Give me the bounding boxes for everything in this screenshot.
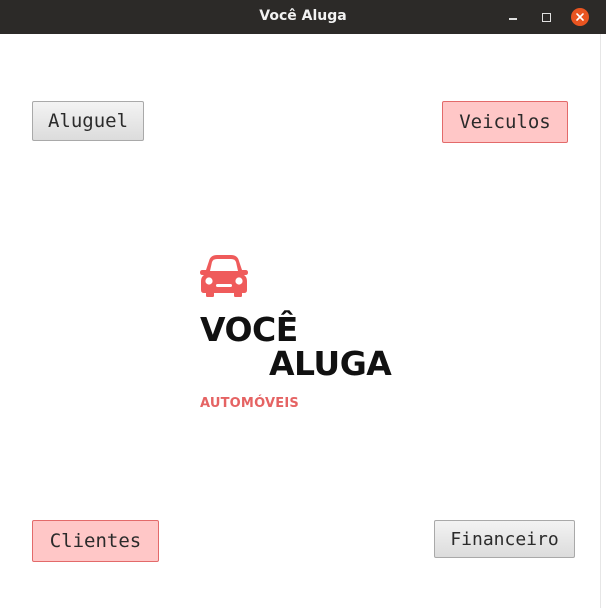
logo-subtitle: AUTOMÓVEIS <box>200 396 299 411</box>
logo-text-line2: ALUGA <box>269 344 392 383</box>
minimize-icon <box>509 18 517 20</box>
car-icon <box>200 255 248 297</box>
maximize-button[interactable] <box>536 7 556 27</box>
logo-text-line1: VOCÊ <box>200 310 298 349</box>
maximize-icon <box>541 12 551 22</box>
brand-logo: VOCÊ ALUGA AUTOMÓVEIS <box>198 250 398 420</box>
app-window: Você Aluga Aluguel Veiculos Clientes Fin… <box>0 0 606 608</box>
minimize-button[interactable] <box>503 7 523 27</box>
aluguel-button[interactable]: Aluguel <box>32 101 144 141</box>
close-button[interactable] <box>570 7 590 27</box>
financeiro-button[interactable]: Financeiro <box>434 520 575 558</box>
window-edge <box>600 34 606 608</box>
clientes-button[interactable]: Clientes <box>32 520 159 562</box>
veiculos-button[interactable]: Veiculos <box>442 101 568 143</box>
close-icon <box>571 8 589 26</box>
title-bar[interactable]: Você Aluga <box>0 0 606 34</box>
